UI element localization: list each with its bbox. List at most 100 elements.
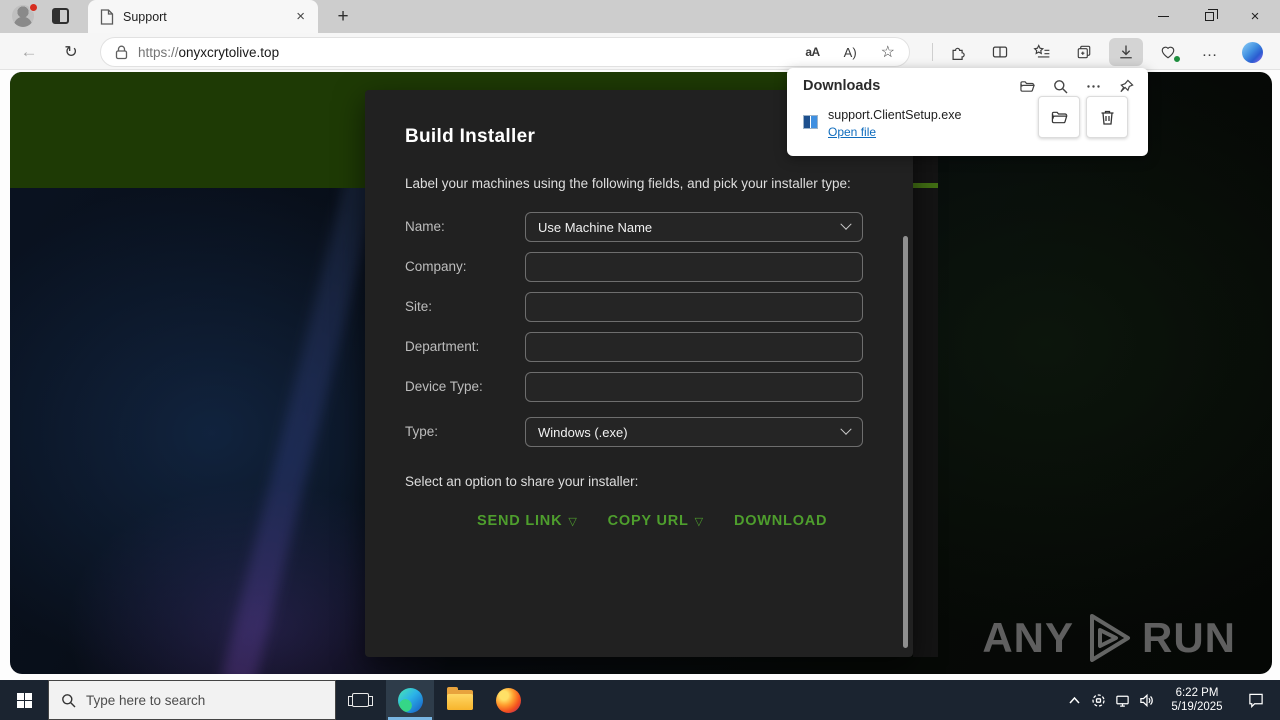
share-prompt: Select an option to share your installer… <box>405 474 639 489</box>
taskbar-clock[interactable]: 6:22 PM 5/19/2025 <box>1166 686 1228 714</box>
site-background: Build Installer Label your machines usin… <box>10 72 1272 674</box>
open-file-link[interactable]: Open file <box>828 125 876 139</box>
pin-icon[interactable] <box>1119 79 1134 94</box>
download-label: DOWNLOAD <box>733 513 828 529</box>
downloads-more-icon[interactable] <box>1086 79 1101 94</box>
copy-url-label: COPY URL <box>607 513 689 529</box>
trash-icon <box>1101 110 1113 125</box>
department-input[interactable] <box>525 332 863 362</box>
desktop: Support × + × ← ↻ https://onyxcrytolive.… <box>0 0 1280 720</box>
action-center-button[interactable] <box>1236 680 1276 720</box>
taskbar-edge-button[interactable] <box>386 680 434 720</box>
tray-status-button[interactable] <box>1086 680 1110 720</box>
download-item[interactable]: support.ClientSetup.exe Open file <box>787 96 1148 152</box>
anyrun-watermark: ANY RUN <box>982 612 1236 664</box>
settings-more-button[interactable]: … <box>1189 37 1231 67</box>
tray-status-icon <box>1091 693 1105 707</box>
refresh-button[interactable]: ↻ <box>58 39 84 65</box>
url-domain: onyxcrytolive.top <box>178 44 280 60</box>
action-center-icon <box>1249 693 1263 708</box>
firefox-icon <box>495 687 521 713</box>
collections-button[interactable] <box>1063 37 1105 67</box>
exe-file-icon <box>803 115 818 129</box>
essentials-badge <box>1173 55 1181 63</box>
chevron-down-icon <box>840 218 852 230</box>
chevron-down-icon <box>840 423 852 435</box>
restore-button[interactable] <box>1186 0 1232 33</box>
address-bar[interactable]: https://onyxcrytolive.top aA A) ☆ <box>100 37 910 67</box>
close-window-button[interactable]: × <box>1232 0 1278 33</box>
task-view-button[interactable] <box>336 680 384 720</box>
web-page: Build Installer Label your machines usin… <box>0 70 1280 680</box>
lock-icon <box>115 45 128 59</box>
send-link-button[interactable]: SEND LINK ▽ <box>477 513 578 529</box>
tray-expand-button[interactable] <box>1062 680 1086 720</box>
send-link-label: SEND LINK <box>477 513 563 529</box>
translate-icon[interactable]: aA <box>805 45 820 59</box>
download-button[interactable]: DOWNLOAD <box>734 513 827 529</box>
edge-icon <box>397 687 423 713</box>
copy-url-button[interactable]: COPY URL ▽ <box>608 513 704 529</box>
network-button[interactable] <box>1110 680 1134 720</box>
device-type-input[interactable] <box>525 372 863 402</box>
modal-scrollbar[interactable] <box>903 236 908 648</box>
form-row-department: Department: <box>365 332 913 362</box>
taskbar-firefox-button[interactable] <box>484 680 532 720</box>
more-dots-icon: … <box>1201 43 1219 60</box>
type-select-value: Windows (.exe) <box>538 424 628 440</box>
dropdown-triangle-icon: ▽ <box>694 515 704 528</box>
clock-date: 5/19/2025 <box>1171 701 1223 713</box>
company-input[interactable] <box>525 252 863 282</box>
workspaces-icon[interactable] <box>52 8 69 24</box>
taskbar-search[interactable]: Type here to search <box>48 680 336 720</box>
file-explorer-icon <box>447 687 473 710</box>
add-favorite-icon[interactable]: ☆ <box>881 42 895 62</box>
site-input[interactable] <box>525 292 863 322</box>
profile-button[interactable] <box>10 3 38 30</box>
taskbar-explorer-button[interactable] <box>436 680 484 720</box>
minimize-button[interactable] <box>1140 0 1186 33</box>
page-icon <box>100 8 114 25</box>
new-tab-button[interactable]: + <box>330 4 356 30</box>
form-row-type: Type: Windows (.exe) <box>365 417 913 447</box>
copilot-button[interactable] <box>1231 37 1273 67</box>
form-row-company: Company: <box>365 252 913 282</box>
form-row-name: Name: Use Machine Name <box>365 212 913 242</box>
delete-download-button[interactable] <box>1086 96 1128 138</box>
show-in-folder-button[interactable] <box>1038 96 1080 138</box>
start-button[interactable] <box>0 680 48 720</box>
tab-close-icon[interactable]: × <box>293 8 308 25</box>
read-aloud-icon[interactable]: A) <box>844 45 857 60</box>
browser-toolbar: ← ↻ https://onyxcrytolive.top aA A) ☆ … <box>0 33 1280 70</box>
downloads-button[interactable] <box>1109 38 1143 66</box>
name-select[interactable]: Use Machine Name <box>525 212 863 242</box>
copilot-icon <box>1241 41 1263 63</box>
task-view-icon <box>347 693 373 707</box>
favorites-button[interactable] <box>1021 37 1063 67</box>
folder-icon <box>1051 111 1068 123</box>
side-strip <box>913 72 938 657</box>
form-row-device-type: Device Type: <box>365 372 913 402</box>
divider <box>932 43 933 61</box>
downloads-title: Downloads <box>803 78 881 94</box>
watermark-any: ANY <box>982 614 1074 661</box>
form-row-site: Site: <box>365 292 913 322</box>
background-image-streak <box>220 136 390 674</box>
tab-title: Support <box>123 9 167 24</box>
url-scheme: https:// <box>138 44 179 60</box>
tab-support[interactable]: Support × <box>88 0 318 33</box>
search-downloads-icon[interactable] <box>1053 79 1068 94</box>
volume-button[interactable] <box>1134 680 1158 720</box>
split-screen-button[interactable] <box>979 37 1021 67</box>
band-sliver <box>913 183 938 188</box>
type-select[interactable]: Windows (.exe) <box>525 417 863 447</box>
watermark-run: RUN <box>1142 614 1236 661</box>
name-select-value: Use Machine Name <box>538 219 653 235</box>
back-button[interactable]: ← <box>16 39 42 65</box>
open-downloads-folder-icon[interactable] <box>1020 79 1035 94</box>
browser-essentials-button[interactable] <box>1147 37 1189 67</box>
extensions-button[interactable] <box>937 37 979 67</box>
downloads-flyout: Downloads support.ClientSetup.exe Open f… <box>787 68 1148 156</box>
field-label: Name: <box>405 219 445 234</box>
search-icon <box>62 693 76 707</box>
